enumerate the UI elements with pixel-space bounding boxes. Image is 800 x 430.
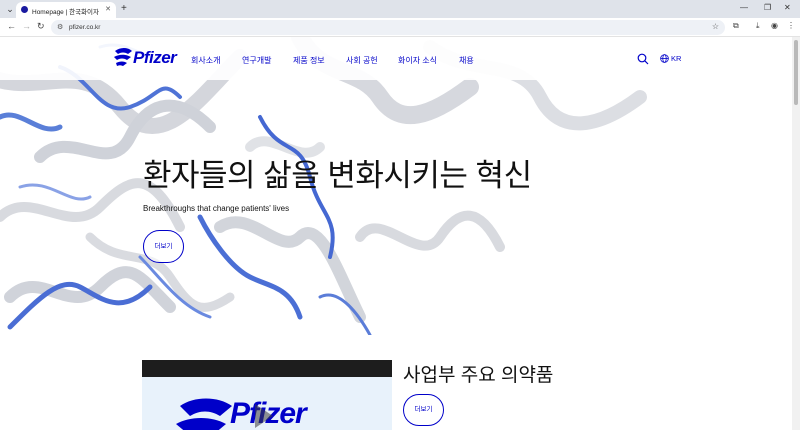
menu-icon[interactable]: ⋮ — [787, 21, 795, 30]
nav-item-social[interactable]: 사회 공헌 — [346, 55, 378, 66]
bookmark-star-icon[interactable]: ☆ — [712, 22, 719, 31]
minimize-button[interactable]: — — [740, 3, 748, 12]
download-icon[interactable]: ⤓ — [756, 21, 760, 31]
maximize-button[interactable]: ❐ — [764, 3, 771, 12]
hero-title: 환자들의 삶을 변화시키는 혁신 — [143, 158, 532, 193]
hero-subtitle: Breakthroughs that change patients' live… — [143, 204, 290, 213]
reload-icon[interactable]: ↻ — [37, 21, 45, 32]
language-selector[interactable]: KR — [660, 54, 681, 63]
tab-title: Homepage | 한국화이자 — [32, 9, 99, 16]
nav-item-news[interactable]: 화이자 소식 — [398, 55, 437, 66]
forward-icon[interactable]: → — [22, 21, 31, 31]
play-icon[interactable] — [255, 404, 273, 428]
nav-item-products[interactable]: 제품 정보 — [293, 55, 325, 66]
browser-tab-strip: ⌄ Homepage | 한국화이자 ✕ + — ❐ ✕ — [0, 0, 800, 18]
nav-item-about[interactable]: 회사소개 — [191, 55, 220, 66]
browser-tab[interactable]: Homepage | 한국화이자 ✕ — [16, 2, 116, 18]
section-more-button[interactable]: 더보기 — [403, 394, 444, 426]
profile-icon[interactable]: ◉ — [771, 21, 778, 30]
site-header: Pfizer 회사소개 연구개발 제품 정보 사회 공헌 화이자 소식 채용 K… — [0, 37, 792, 80]
url-text: pfizer.co.kr — [69, 24, 101, 31]
language-label: KR — [671, 54, 682, 63]
nav-item-careers[interactable]: 채용 — [459, 55, 474, 66]
back-icon[interactable]: ← — [7, 21, 16, 31]
pfizer-logo[interactable]: Pfizer — [112, 45, 177, 71]
globe-icon — [660, 54, 669, 63]
logo-wordmark: Pfizer — [133, 48, 177, 67]
search-icon[interactable] — [637, 53, 649, 65]
pfizer-favicon-icon — [21, 6, 28, 13]
hero-section: Pfizer 회사소개 연구개발 제품 정보 사회 공헌 화이자 소식 채용 K… — [0, 37, 792, 335]
scrollbar-thumb[interactable] — [794, 40, 798, 105]
nav-item-research[interactable]: 연구개발 — [242, 55, 271, 66]
close-window-button[interactable]: ✕ — [784, 3, 791, 12]
extensions-icon[interactable]: ⧉ — [733, 21, 739, 31]
video-player[interactable]: Pfizer — [142, 360, 392, 430]
tab-close-icon[interactable]: ✕ — [105, 5, 111, 13]
video-top-bar — [142, 360, 392, 377]
page-scrollbar[interactable] — [792, 37, 800, 430]
site-info-icon[interactable]: ⚙ — [57, 23, 63, 31]
section-title: 사업부 주요 의약품 — [403, 365, 554, 386]
page-content: Pfizer 회사소개 연구개발 제품 정보 사회 공헌 화이자 소식 채용 K… — [0, 37, 792, 430]
pfizer-logo-icon — [114, 48, 132, 66]
hero-more-button[interactable]: 더보기 — [143, 230, 184, 263]
new-tab-button[interactable]: + — [121, 3, 127, 14]
address-bar[interactable]: ⚙ pfizer.co.kr ☆ — [51, 20, 725, 35]
tab-search-button[interactable]: ⌄ — [4, 4, 16, 15]
browser-toolbar: ← → ↻ ⚙ pfizer.co.kr ☆ ⧉ ⤓ ◉ ⋮ — [0, 18, 800, 37]
